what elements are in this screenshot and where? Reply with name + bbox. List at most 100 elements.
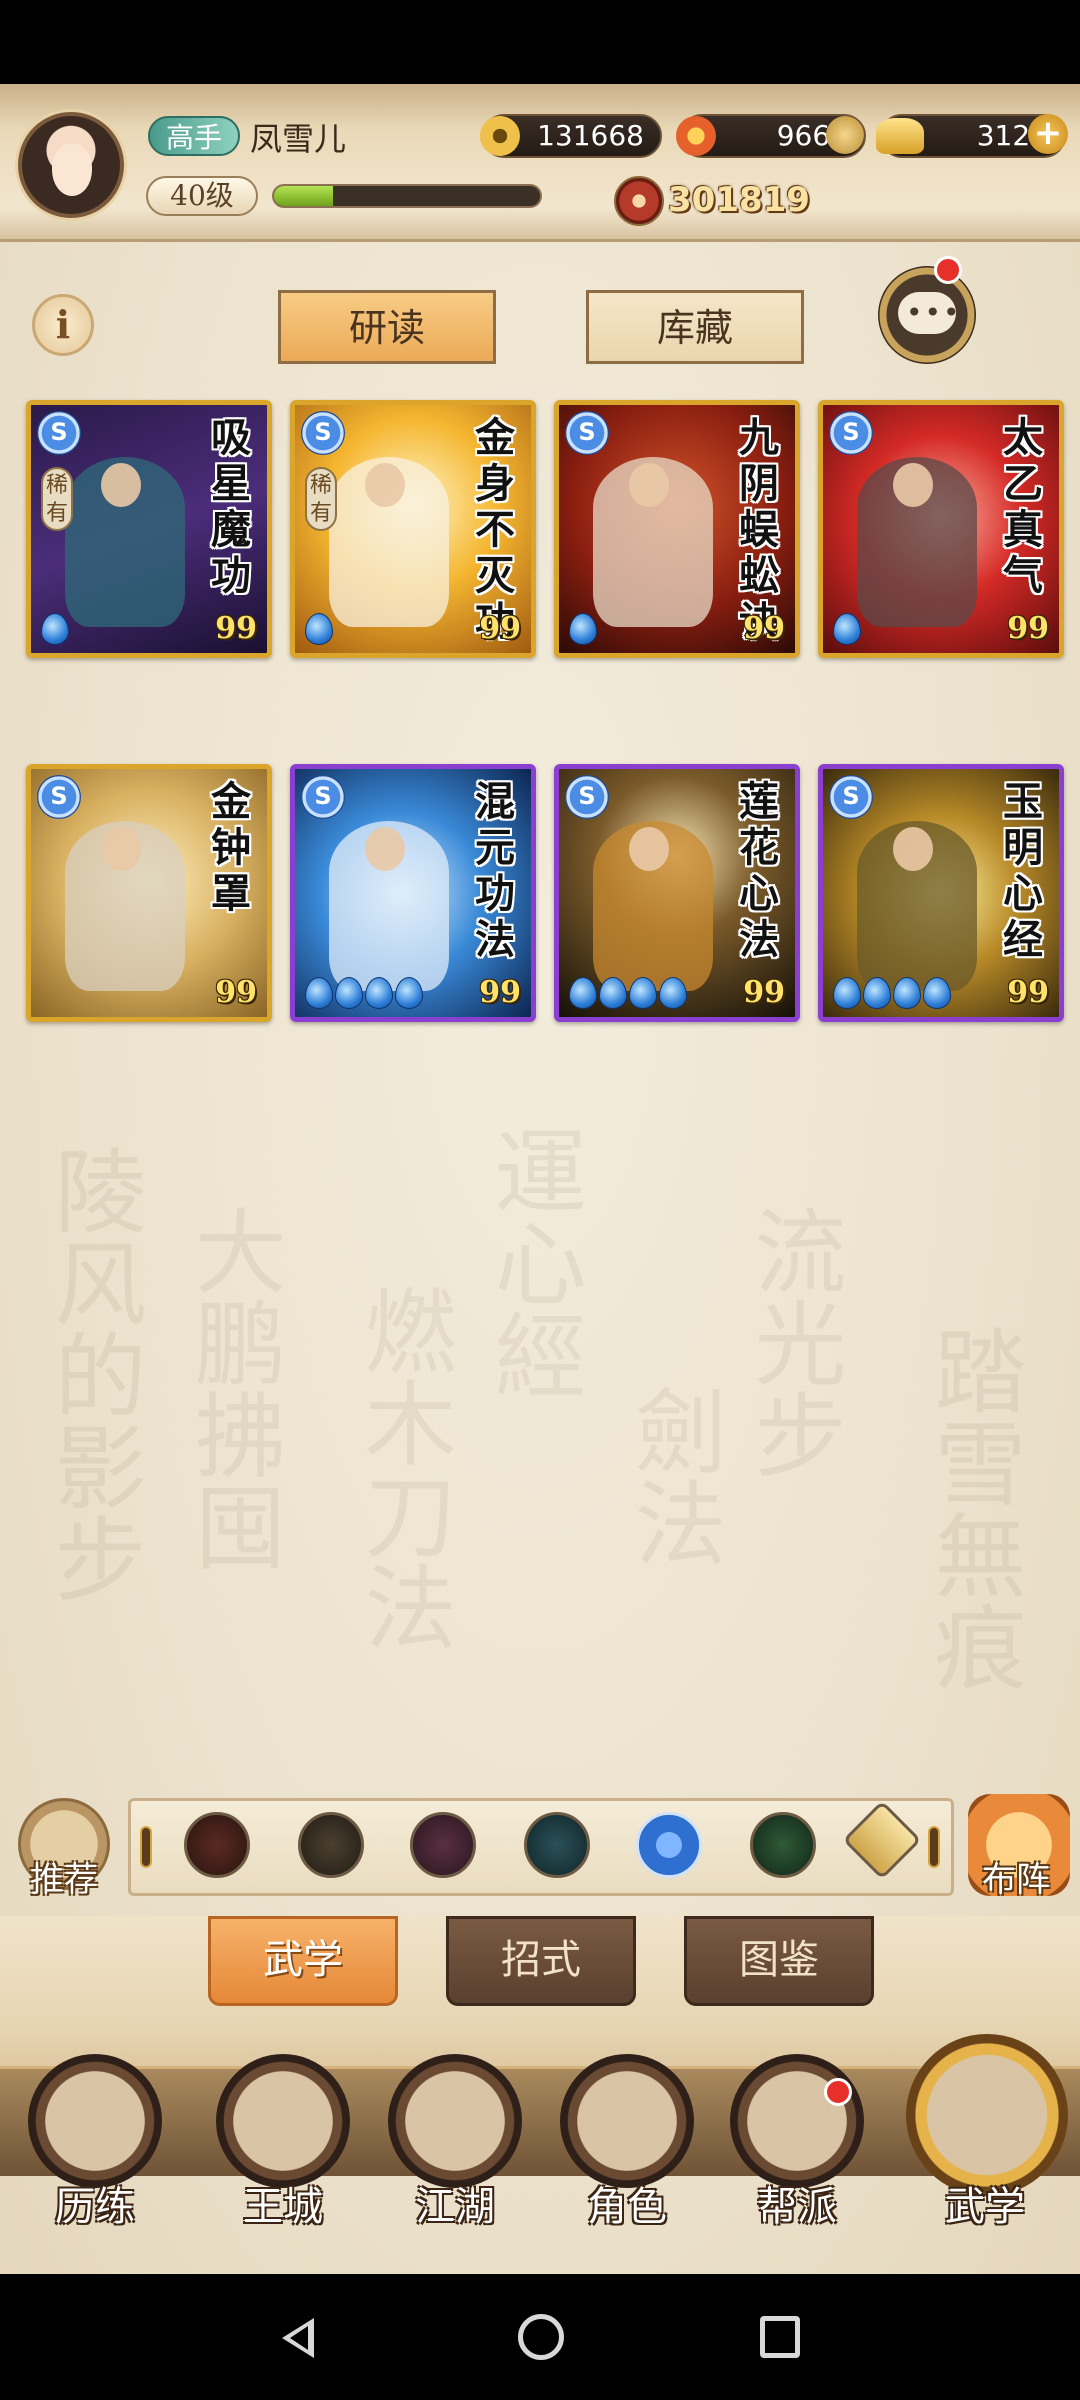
star-drop-icon [305,977,333,1009]
nav-jianghu[interactable]: 江湖 [380,2044,530,2234]
card-character-head [101,827,141,871]
add-gold-button[interactable]: + [1028,114,1068,154]
scroll-icon [906,2034,1068,2196]
internal-skill-icon: S [301,411,345,455]
star-drop-icon [305,613,333,645]
star-drop-icon [569,977,597,1009]
status-bar [0,0,1080,84]
background-calligraphy: 大鹏拂囤 [179,1204,286,1572]
card-character-head [893,827,933,871]
filter-sword-icon[interactable] [184,1812,250,1878]
internal-skill-icon: S [829,411,873,455]
filter-scroll-right-icon[interactable] [928,1826,940,1868]
filter-internal-icon[interactable] [636,1812,702,1878]
training-icon [28,2054,162,2188]
subtab-martial-arts[interactable]: 武学 [208,1916,398,2006]
filter-blade-icon[interactable] [298,1812,364,1878]
star-drop-icon [41,613,69,645]
subtab-codex[interactable]: 图鉴 [684,1916,874,2006]
back-icon-inner [290,2326,308,2350]
nav-martial-arts[interactable]: 武学 [906,2034,1068,2234]
xp-bar [272,184,542,208]
internal-skill-icon: S [37,775,81,819]
recent-apps-icon[interactable] [760,2316,800,2358]
star-drop-icon [923,977,951,1009]
guild-icon [730,2054,864,2188]
subtab-moves[interactable]: 招式 [446,1916,636,2006]
info-button[interactable]: i [32,294,94,356]
skill-card[interactable]: S 九阴蜈蚣诀 99 [554,400,800,658]
nav-label: 历练 [55,2184,135,2230]
card-level: 99 [479,611,521,646]
card-level: 99 [743,975,785,1010]
formation-label: 布阵 [982,1860,1050,1900]
tab-study[interactable]: 研读 [278,290,496,364]
skill-card[interactable]: S 太乙真气 99 [818,400,1064,658]
xp-bar-fill [274,186,333,206]
card-level: 99 [215,975,257,1010]
chat-notification-dot [934,256,962,284]
filter-palm-icon[interactable] [524,1812,590,1878]
nav-label: 武学 [945,2184,1025,2230]
guild-notification-dot [824,2078,852,2106]
card-stars [305,613,333,645]
background-calligraphy: 燃木刀法 [349,1284,456,1652]
filter-scroll-left-icon[interactable] [140,1826,152,1868]
internal-skill-icon: S [37,411,81,455]
skill-card[interactable]: S 稀有 金身不灭功 99 [290,400,536,658]
palace-icon [216,2054,350,2188]
combat-power: 301819 [668,180,810,220]
avatar-face [52,144,92,196]
star-drop-icon [395,977,423,1009]
star-drop-icon [569,613,597,645]
chat-button[interactable]: ••• [878,266,976,364]
character-icon [560,2054,694,2188]
nav-label: 王城 [243,2184,323,2230]
rare-tag: 稀有 [41,467,73,531]
filter-leaf-icon[interactable] [750,1812,816,1878]
tab-storage[interactable]: 库藏 [586,290,804,364]
card-title: 吸星魔功 [211,414,251,599]
nav-training[interactable]: 历练 [20,2044,170,2234]
card-stars [833,977,951,1009]
nav-guild[interactable]: 帮派 [722,2044,872,2234]
skill-card[interactable]: S 玉明心经 99 [818,764,1064,1022]
background-calligraphy: 劍法 [619,1384,726,1568]
card-character-head [893,463,933,507]
skill-card[interactable]: S 莲花心法 99 [554,764,800,1022]
internal-skill-icon: S [565,411,609,455]
card-character-head [365,463,405,507]
card-stars [569,977,687,1009]
coin-icon [480,116,520,156]
nav-royal-city[interactable]: 王城 [208,2044,358,2234]
skill-card[interactable]: S 金钟罩 99 [26,764,272,1022]
card-level: 99 [479,975,521,1010]
star-drop-icon [599,977,627,1009]
skill-card[interactable]: S 混元功法 99 [290,764,536,1022]
background-calligraphy: 陵风的影步 [39,1144,146,1604]
treasure-icon[interactable] [826,116,864,154]
card-level: 99 [743,611,785,646]
star-drop-icon [659,977,687,1009]
internal-skill-icon: S [301,775,345,819]
nav-label: 角色 [587,2184,667,2230]
player-avatar[interactable] [18,112,124,218]
star-drop-icon [335,977,363,1009]
card-title: 玉明心经 [1003,778,1043,963]
nav-label: 帮派 [757,2184,837,2230]
nav-label: 江湖 [415,2184,495,2230]
recommend-label: 推荐 [30,1860,98,1900]
card-title: 莲花心法 [739,778,779,963]
star-drop-icon [833,977,861,1009]
skill-card[interactable]: S 稀有 吸星魔功 99 [26,400,272,658]
star-drop-icon [833,613,861,645]
background-calligraphy: 踏雪無痕 [919,1324,1026,1692]
filter-fist-icon[interactable] [410,1812,476,1878]
card-level: 99 [1007,975,1049,1010]
player-header: 高手 凤雪儿 40级 131668 9664 3121 + 301819 [0,84,1080,242]
internal-skill-icon: S [829,775,873,819]
nav-character[interactable]: 角色 [552,2044,702,2234]
card-title: 金钟罩 [211,778,251,917]
card-level: 99 [215,611,257,646]
home-icon[interactable] [518,2314,564,2360]
